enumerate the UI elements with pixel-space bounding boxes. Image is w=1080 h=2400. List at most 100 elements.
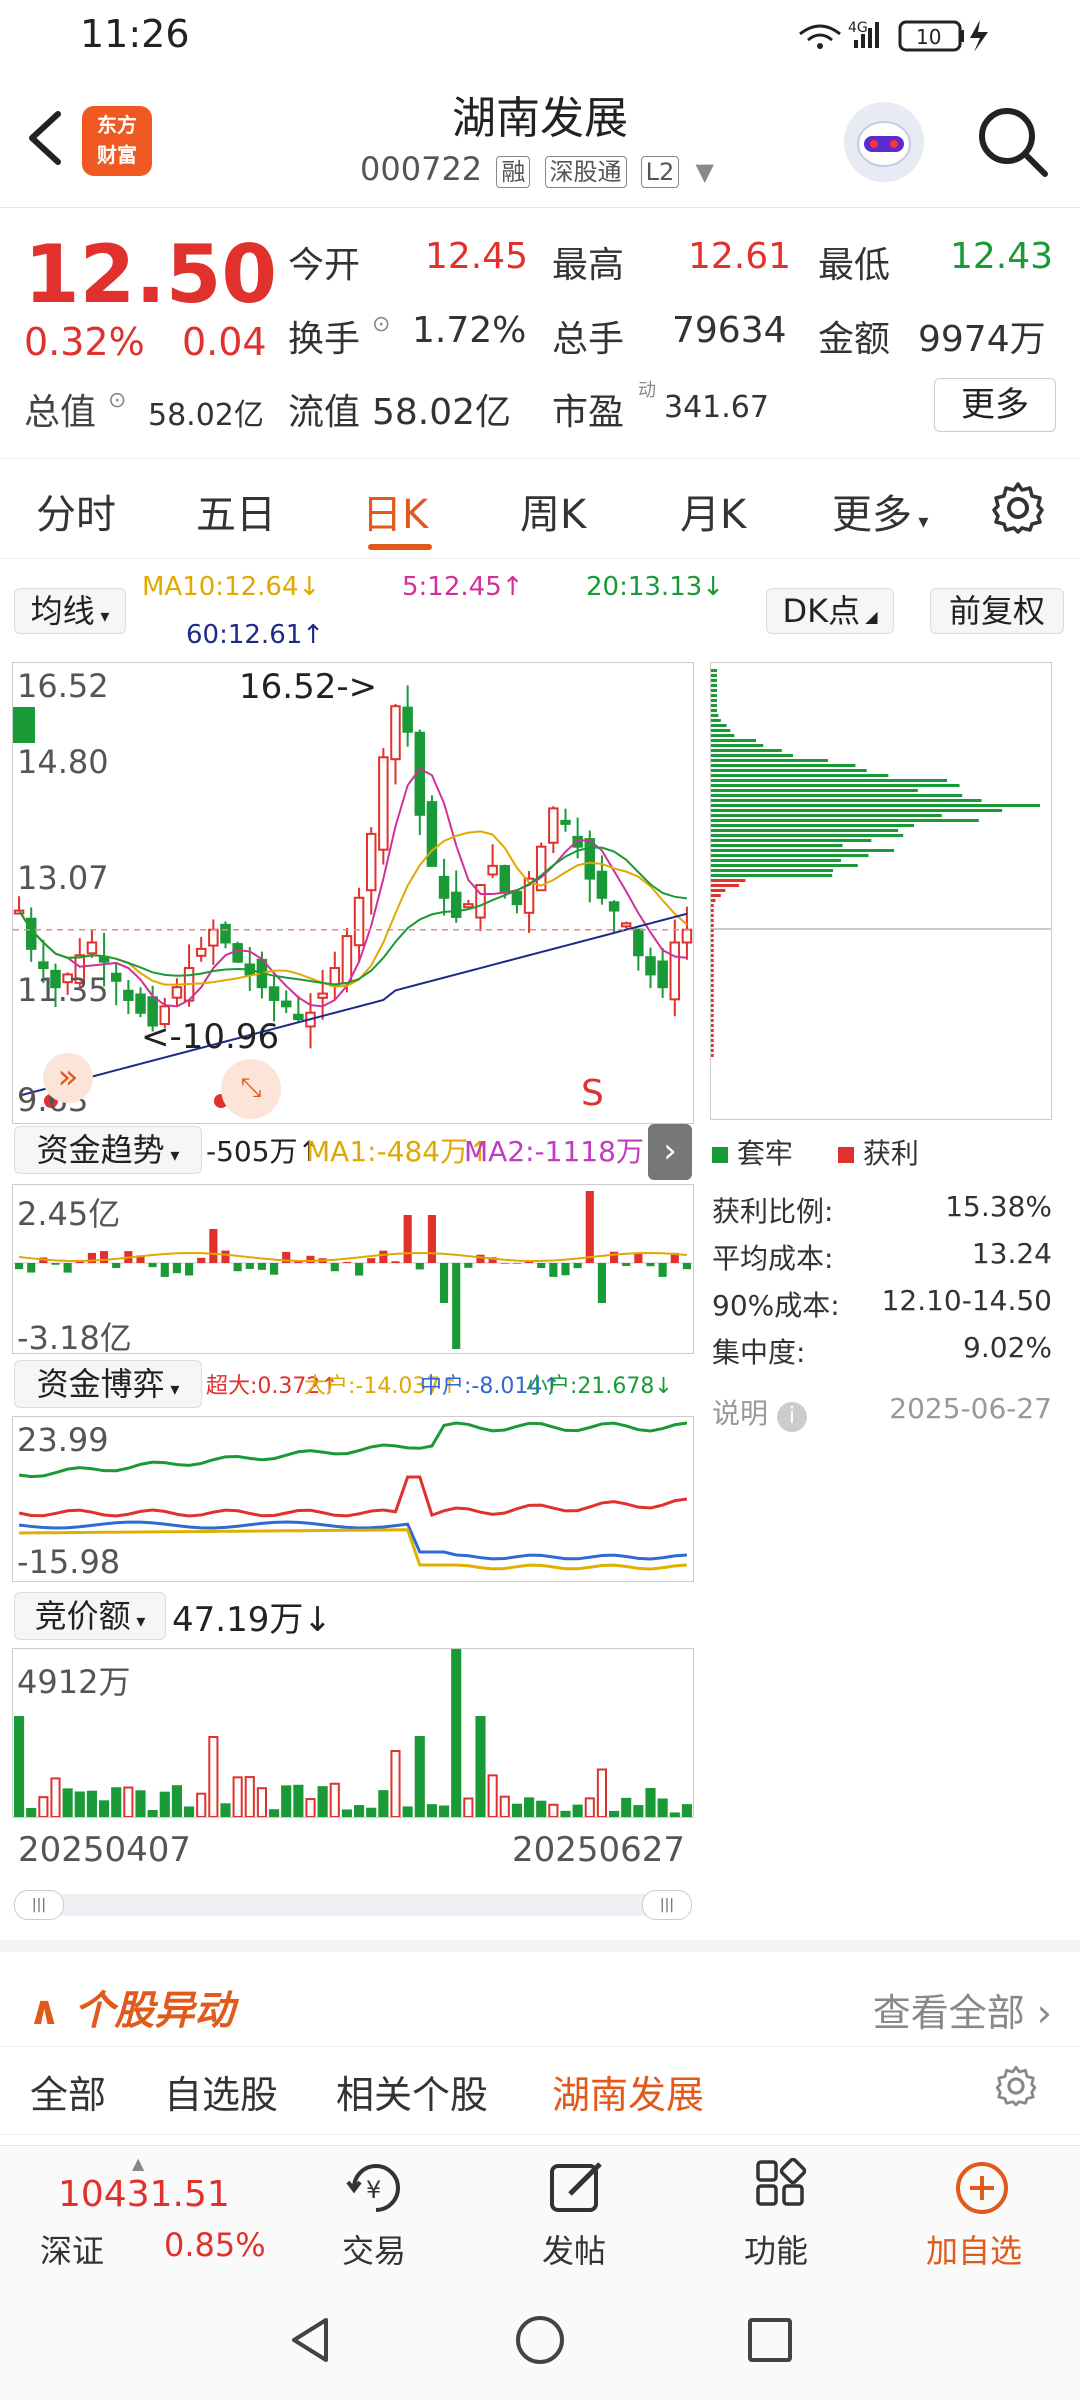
tab-monthly-k[interactable]: 月K — [680, 482, 746, 540]
pe-label: 市盈 — [552, 392, 625, 433]
add-watchlist-label[interactable]: 加自选 — [926, 2226, 1022, 2272]
add-watchlist-icon[interactable] — [952, 2158, 1012, 2218]
trade-icon[interactable]: ¥ — [340, 2158, 412, 2218]
tab-weekly-k[interactable]: 周K — [520, 482, 586, 540]
post-icon[interactable] — [546, 2158, 610, 2218]
movers-tab-all[interactable]: 全部 — [30, 2064, 106, 2119]
auction-bar — [487, 1774, 498, 1817]
dk-point-button[interactable]: DK点 ◢ — [766, 588, 894, 634]
tab-five-day[interactable]: 五日 — [196, 482, 276, 540]
chip-bar — [711, 784, 960, 787]
candle-body — [596, 870, 608, 899]
expand-left-icon[interactable]: » — [43, 1053, 93, 1103]
fund-bar — [100, 1251, 109, 1263]
candle-body — [378, 756, 389, 851]
tab-more[interactable]: 更多 ▾ — [832, 482, 928, 540]
functions-label[interactable]: 功能 — [744, 2226, 808, 2272]
chip-bar — [711, 789, 918, 792]
chip-bar — [711, 689, 717, 692]
info-dots-icon[interactable]: ⊙ — [372, 312, 390, 337]
movers-tab-related[interactable]: 相关个股 — [336, 2064, 488, 2119]
tab-daily-k[interactable]: 日K — [362, 482, 428, 540]
fund-bar — [15, 1263, 24, 1270]
auction-bar — [50, 1777, 61, 1817]
info-dots-icon[interactable]: ⊙ — [108, 388, 126, 413]
bottom-toolbar: ▲ 10431.51 深证 0.85% ¥ 交易 发帖 功能 加自选 — [0, 2145, 1080, 2281]
candle-body — [584, 838, 596, 880]
auction-selector[interactable]: 竞价额 ▾ — [14, 1592, 166, 1640]
nav-recents-icon[interactable] — [742, 2312, 798, 2372]
candle-body — [390, 705, 401, 761]
functions-grid-icon[interactable] — [752, 2157, 812, 2218]
eastmoney-logo[interactable]: 东方 财富 — [82, 106, 152, 176]
chevron-right-icon[interactable]: › — [648, 1124, 692, 1180]
chip-bar — [711, 749, 782, 752]
movers-tab-stock[interactable]: 湖南发展 — [552, 2064, 704, 2119]
index-pct[interactable]: 0.85% — [164, 2226, 266, 2264]
post-label[interactable]: 发帖 — [542, 2226, 606, 2272]
search-icon[interactable] — [975, 104, 1051, 180]
fund-bar — [257, 1263, 266, 1270]
trade-label[interactable]: 交易 — [342, 2226, 406, 2272]
chip-footer: 说明 i 2025-06-27 — [712, 1392, 1052, 1432]
kline-svg — [13, 685, 693, 1108]
more-quote-button[interactable]: 更多 — [934, 378, 1056, 432]
chip-bar — [711, 714, 719, 717]
chip-bar — [711, 864, 858, 867]
info-icon[interactable]: i — [776, 1402, 807, 1432]
fund-trend-selector[interactable]: 资金趋势 ▾ — [14, 1126, 202, 1174]
tab-intraday[interactable]: 分时 — [36, 482, 116, 540]
adjust-button[interactable]: 前复权 — [930, 588, 1064, 634]
ma-selector[interactable]: 均线 ▾ — [14, 588, 126, 634]
candle-body — [317, 992, 328, 999]
fund-bar — [342, 1261, 351, 1263]
change-pct: 0.32% — [24, 320, 145, 364]
index-value[interactable]: 10431.51 — [58, 2174, 230, 2215]
auction-bar — [208, 1736, 219, 1817]
tag-l2: L2 — [640, 156, 680, 188]
nav-home-icon[interactable] — [512, 2312, 568, 2372]
fund-bar — [476, 1254, 485, 1263]
movers-header: ∧ 个股异动 查看全部 › — [0, 1940, 1080, 2047]
fund-trend-value: -505万↑ — [206, 1135, 322, 1168]
back-icon[interactable] — [22, 108, 70, 168]
chip-bar — [711, 799, 982, 802]
range-handle-left[interactable]: ||| — [14, 1890, 64, 1920]
status-time: 11:26 — [80, 12, 190, 56]
fund-game-small: 小户:21.678↓ — [526, 1374, 673, 1399]
auction-bar — [402, 1806, 413, 1817]
kline-chart[interactable]: 16.52 14.80 13.07 11.35 9.63 16.52-> <-1… — [12, 662, 694, 1124]
auction-bar — [378, 1790, 389, 1817]
chip-bar — [711, 699, 717, 702]
movers-tab-watchlist[interactable]: 自选股 — [164, 2064, 278, 2119]
dropdown-caret-icon[interactable]: ▼ — [695, 158, 713, 186]
td-count-marker — [13, 707, 35, 743]
logo-line2: 财富 — [97, 143, 137, 167]
chip-bar — [711, 959, 714, 962]
fund-bar — [63, 1263, 72, 1273]
nav-back-icon[interactable] — [282, 2312, 338, 2372]
chip-bar — [711, 794, 963, 797]
auction-bar — [596, 1768, 607, 1817]
view-all-link[interactable]: 查看全部 › — [873, 1982, 1052, 2037]
chip-bar — [711, 1009, 714, 1012]
settings-gear-icon[interactable] — [990, 480, 1046, 540]
auction-bar — [256, 1787, 268, 1817]
fund-game-selector[interactable]: 资金博弈 ▾ — [14, 1360, 202, 1408]
auction-bar — [86, 1790, 97, 1817]
legend-trapped-label: 套牢 — [736, 1137, 793, 1170]
chip-bar — [711, 679, 717, 682]
assistant-robot-icon[interactable] — [844, 102, 924, 182]
chip-note-label[interactable]: 说明 — [712, 1397, 768, 1430]
index-name[interactable]: 深证 — [40, 2226, 104, 2272]
movers-settings-gear-icon[interactable] — [994, 2064, 1038, 2112]
zoom-arrows-icon[interactable]: ⤡ — [221, 1059, 281, 1119]
fund-bar — [330, 1263, 339, 1272]
float-label: 流值 — [288, 392, 361, 433]
chip-stat-value: 15.38% — [945, 1190, 1052, 1223]
range-slider-track[interactable]: ||| ||| — [14, 1890, 692, 1920]
range-handle-right[interactable]: ||| — [642, 1890, 692, 1920]
chip-bar — [711, 769, 867, 772]
legend-profit-label: 获利 — [862, 1137, 919, 1170]
auction-bar — [123, 1786, 134, 1817]
